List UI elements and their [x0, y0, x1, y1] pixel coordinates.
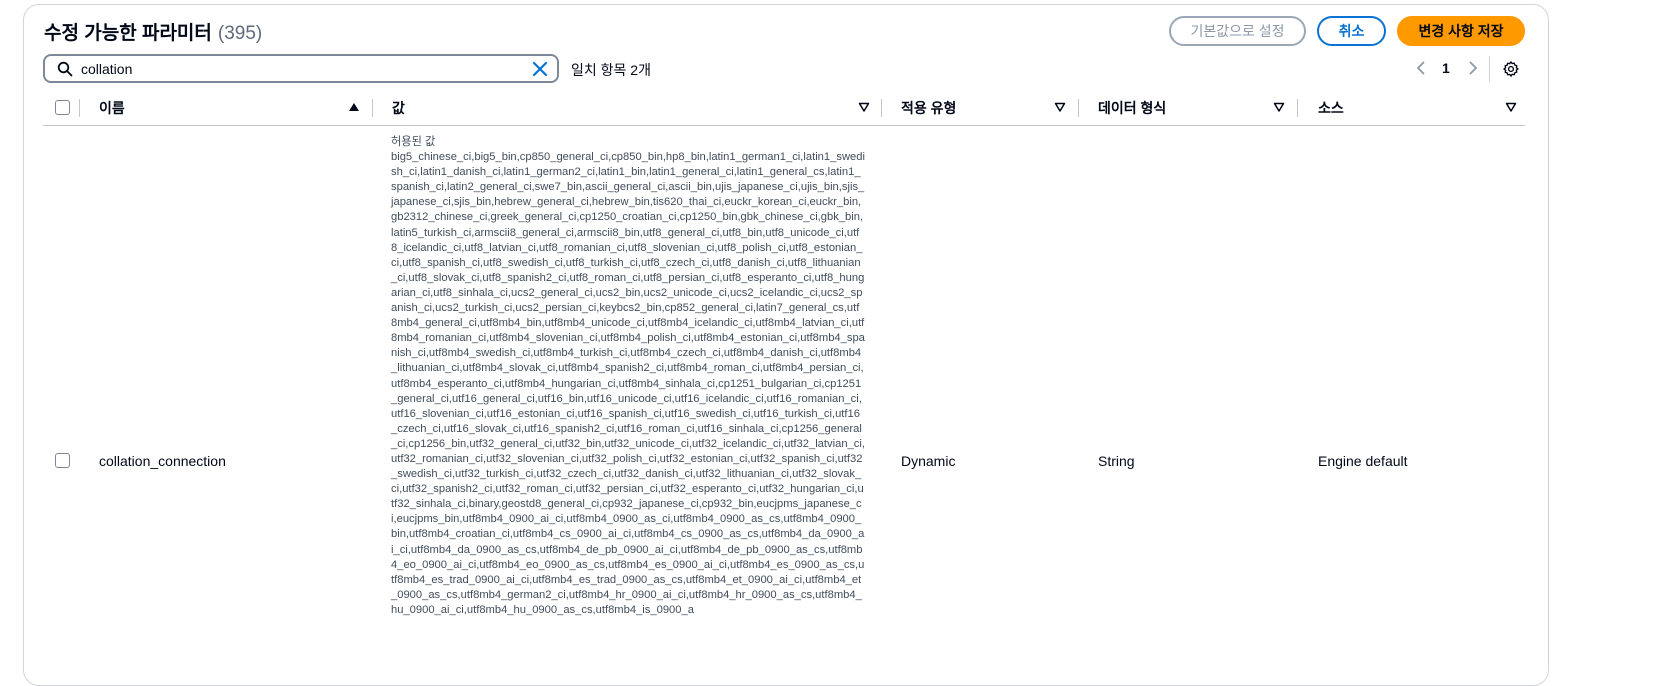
gear-icon[interactable]: [1502, 60, 1520, 78]
pagination-divider: [1489, 56, 1490, 82]
column-divider: [372, 99, 373, 117]
column-divider: [881, 99, 882, 117]
column-divider: [1078, 99, 1079, 117]
clear-search-icon[interactable]: [531, 60, 549, 78]
sort-icon[interactable]: [858, 101, 870, 113]
page-title: 수정 가능한 파라미터 (395): [44, 18, 262, 45]
allowed-values-label: 허용된 값: [391, 136, 436, 148]
match-count: 일치 항목 2개: [571, 62, 651, 78]
title-text: 수정 가능한 파라미터: [44, 23, 212, 44]
column-header-apply-type[interactable]: 적용 유형: [901, 93, 956, 123]
column-header-data-type[interactable]: 데이터 형식: [1098, 93, 1166, 123]
cancel-button[interactable]: 취소: [1317, 16, 1386, 46]
parameter-count: (395): [217, 23, 263, 44]
previous-page-icon[interactable]: [1414, 58, 1428, 78]
column-divider: [79, 99, 80, 117]
next-page-icon[interactable]: [1466, 58, 1480, 78]
column-header-source[interactable]: 소스: [1318, 93, 1344, 123]
column-header-name[interactable]: 이름: [99, 93, 125, 123]
search-icon: [57, 61, 73, 76]
sort-icon[interactable]: [1273, 101, 1285, 113]
reset-defaults-button[interactable]: 기본값으로 설정: [1169, 16, 1306, 46]
sort-icon[interactable]: [1054, 101, 1066, 113]
source-value: Engine default: [1318, 453, 1408, 469]
search-input[interactable]: collation: [81, 61, 531, 77]
column-header-value[interactable]: 값: [392, 93, 405, 123]
allowed-values-list: big5_chinese_ci,big5_bin,cp850_general_c…: [391, 151, 865, 616]
sort-ascending-icon[interactable]: [348, 101, 360, 113]
search-field[interactable]: collation: [43, 54, 559, 83]
select-all-checkbox[interactable]: [55, 100, 70, 115]
save-changes-button[interactable]: 변경 사항 저장: [1397, 16, 1525, 46]
data-type-value: String: [1098, 453, 1135, 469]
allowed-values: 허용된 값 big5_chinese_ci,big5_bin,cp850_gen…: [391, 135, 865, 618]
row-checkbox[interactable]: [55, 453, 70, 468]
table-header: [43, 93, 1525, 126]
parameter-name: collation_connection: [99, 453, 226, 469]
current-page[interactable]: 1: [1442, 60, 1450, 76]
apply-type-value: Dynamic: [901, 453, 956, 469]
column-divider: [1297, 99, 1298, 117]
sort-icon[interactable]: [1505, 101, 1517, 113]
